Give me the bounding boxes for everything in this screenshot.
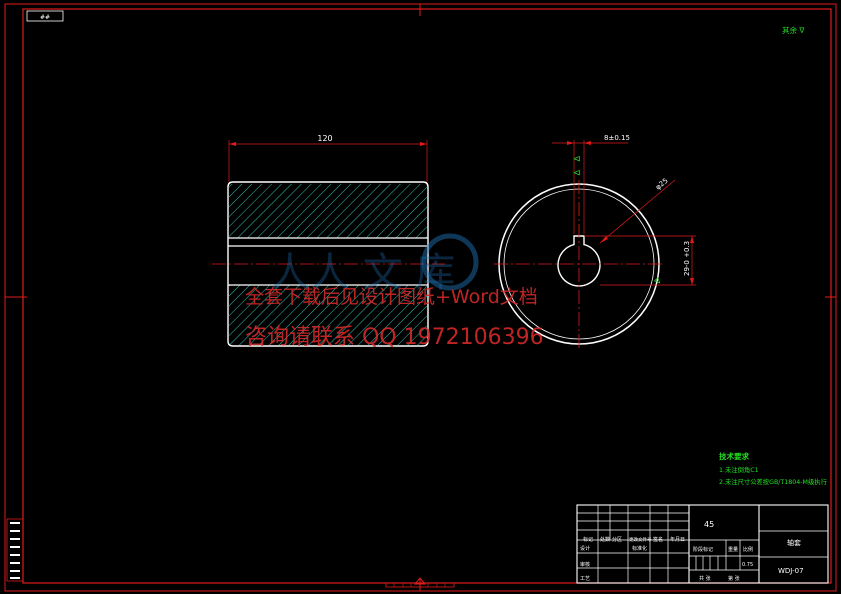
length-dimension: 120	[228, 134, 428, 182]
diameter-text: φ25	[654, 177, 670, 192]
tb-drawing-no: WDJ-07	[778, 567, 804, 575]
tb-sheet-total: 共 张	[699, 575, 711, 582]
tb-header-zone: 分区	[612, 536, 622, 543]
tb-weight-label: 重量	[728, 546, 738, 553]
roughness-note: 其余 ∇	[782, 25, 805, 35]
tech-requirements: 技术要求 1.未注倒角C1 2.未注尺寸公差按GB/T1804-M级执行	[719, 451, 828, 486]
tb-part-name: 轴套	[787, 538, 801, 547]
keyway-depth-text: 29-0 +0.3	[683, 241, 691, 276]
roughness-symbol-2: ∇	[572, 169, 581, 176]
binding-strip	[6, 518, 24, 582]
length-dim-text: 120	[317, 134, 332, 143]
tech-req-line-1: 1.未注倒角C1	[719, 465, 759, 474]
tb-header-count: 处数	[600, 536, 610, 543]
front-section-view: 120	[212, 134, 445, 347]
corner-label: ##	[40, 14, 50, 21]
tb-header-date: 年月日	[670, 536, 685, 543]
tb-sheet-number: 第 张	[728, 575, 740, 582]
tb-standardization: 标准化	[632, 545, 647, 552]
keyway-depth-dimension: 29-0 +0.3	[584, 235, 696, 286]
drawing-canvas: ## 其余 ∇ 120 8±0.15 29-0 +0.3 φ25 ∇ ∇ ∇ 人…	[4, 3, 837, 592]
watermark-line-2: 咨询请联系 QQ 1972106396	[245, 325, 544, 350]
tb-header-signature: 签名	[653, 536, 663, 543]
tb-scale-label: 比例	[743, 546, 753, 553]
watermark-line-1: 全套下载后见设计图纸+Word文档	[245, 286, 538, 308]
keyway-width-dimension: 8±0.15	[552, 134, 630, 234]
roughness-symbol-3: ∇	[652, 276, 663, 287]
keyway-width-text: 8±0.15	[604, 134, 630, 142]
tech-req-line-2: 2.未注尺寸公差按GB/T1804-M级执行	[719, 477, 828, 486]
watermark: 人人 文 库 全套下载后见设计图纸+Word文档 咨询请联系 QQ 197210…	[245, 233, 544, 350]
tb-weight-value: 0.75	[742, 562, 753, 568]
title-block-text: 标记 处数 分区 更改文件号 签名 年月日 设计 审核 工艺 标准化 45 阶段…	[580, 520, 804, 582]
tech-req-title: 技术要求	[719, 451, 749, 461]
tb-material: 45	[704, 520, 714, 529]
tb-role-process: 工艺	[580, 576, 590, 582]
corner-label-box: ##	[26, 10, 64, 22]
tb-stage-label: 阶段标记	[693, 546, 713, 553]
tb-header-change-doc: 更改文件号	[629, 536, 652, 543]
tb-role-design: 设计	[580, 545, 590, 552]
roughness-symbol-1: ∇	[572, 155, 581, 162]
tb-header-mark: 标记	[583, 536, 593, 543]
side-view: 8±0.15 29-0 +0.3 φ25 ∇ ∇ ∇	[494, 134, 696, 350]
tb-role-review: 审核	[580, 561, 590, 568]
